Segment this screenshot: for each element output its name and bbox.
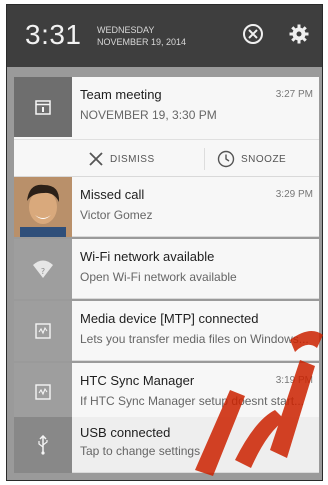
action-divider	[204, 148, 205, 170]
avatar	[14, 177, 72, 237]
notification-time: 3:27 PM	[275, 89, 313, 100]
notification-wifi[interactable]: ? Wi-Fi network available Open Wi-Fi net…	[14, 239, 319, 299]
snooze-label: SNOOZE	[241, 153, 287, 165]
wifi-icon: ?	[14, 239, 72, 299]
notification-actions: DISMISS SNOOZE	[14, 139, 319, 178]
notification-subtitle: Victor Gomez	[80, 208, 153, 222]
notification-title: Media device [MTP] connected	[80, 311, 259, 326]
status-header: 3:31 WEDNESDAY NOVEMBER 19, 2014	[7, 5, 322, 67]
notification-missed-call[interactable]: Missed call Victor Gomez 3:29 PM	[14, 177, 319, 237]
notification-subtitle: NOVEMBER 19, 3:30 PM	[80, 108, 217, 122]
dismiss-all-icon[interactable]	[242, 23, 264, 45]
settings-gear-icon[interactable]	[288, 23, 310, 45]
notification-subtitle: Lets you transfer media files on Windows…	[80, 332, 309, 346]
notification-team-meeting[interactable]: Team meeting NOVEMBER 19, 3:30 PM 3:27 P…	[14, 77, 319, 177]
notification-subtitle: Tap to change settings	[80, 444, 201, 458]
notification-title: USB connected	[80, 425, 171, 440]
svg-text:?: ?	[41, 267, 45, 276]
snooze-button[interactable]: SNOOZE	[217, 140, 286, 178]
calendar-icon	[14, 77, 72, 137]
dismiss-button[interactable]: DISMISS	[88, 140, 155, 178]
notification-title: Wi-Fi network available	[80, 249, 215, 264]
date: NOVEMBER 19, 2014	[97, 37, 187, 47]
close-icon	[89, 152, 103, 166]
clock: 3:31	[25, 19, 82, 50]
notification-usb[interactable]: USB connected Tap to change settings	[14, 417, 319, 473]
notification-htc-sync[interactable]: HTC Sync Manager If HTC Sync Manager set…	[14, 363, 319, 421]
weekday: WEDNESDAY	[97, 25, 155, 35]
notification-time: 3:29 PM	[275, 189, 313, 200]
date-block: WEDNESDAY NOVEMBER 19, 2014	[97, 24, 186, 48]
notification-subtitle: If HTC Sync Manager setup doesnt start..…	[80, 394, 305, 408]
usb-icon	[14, 417, 72, 473]
notification-title: Team meeting	[80, 87, 162, 102]
notification-subtitle: Open Wi-Fi network available	[80, 270, 237, 284]
sync-icon	[14, 363, 72, 421]
notification-title: Missed call	[80, 187, 145, 202]
notification-media-device[interactable]: Media device [MTP] connected Lets you tr…	[14, 301, 319, 361]
clock-icon	[217, 150, 235, 168]
dismiss-label: DISMISS	[110, 153, 155, 165]
notification-shade: 3:31 WEDNESDAY NOVEMBER 19, 2014 Team me…	[6, 4, 323, 481]
notification-title: HTC Sync Manager	[80, 373, 195, 388]
notification-time: 3:19 PM	[275, 375, 313, 386]
media-device-icon	[14, 301, 72, 361]
